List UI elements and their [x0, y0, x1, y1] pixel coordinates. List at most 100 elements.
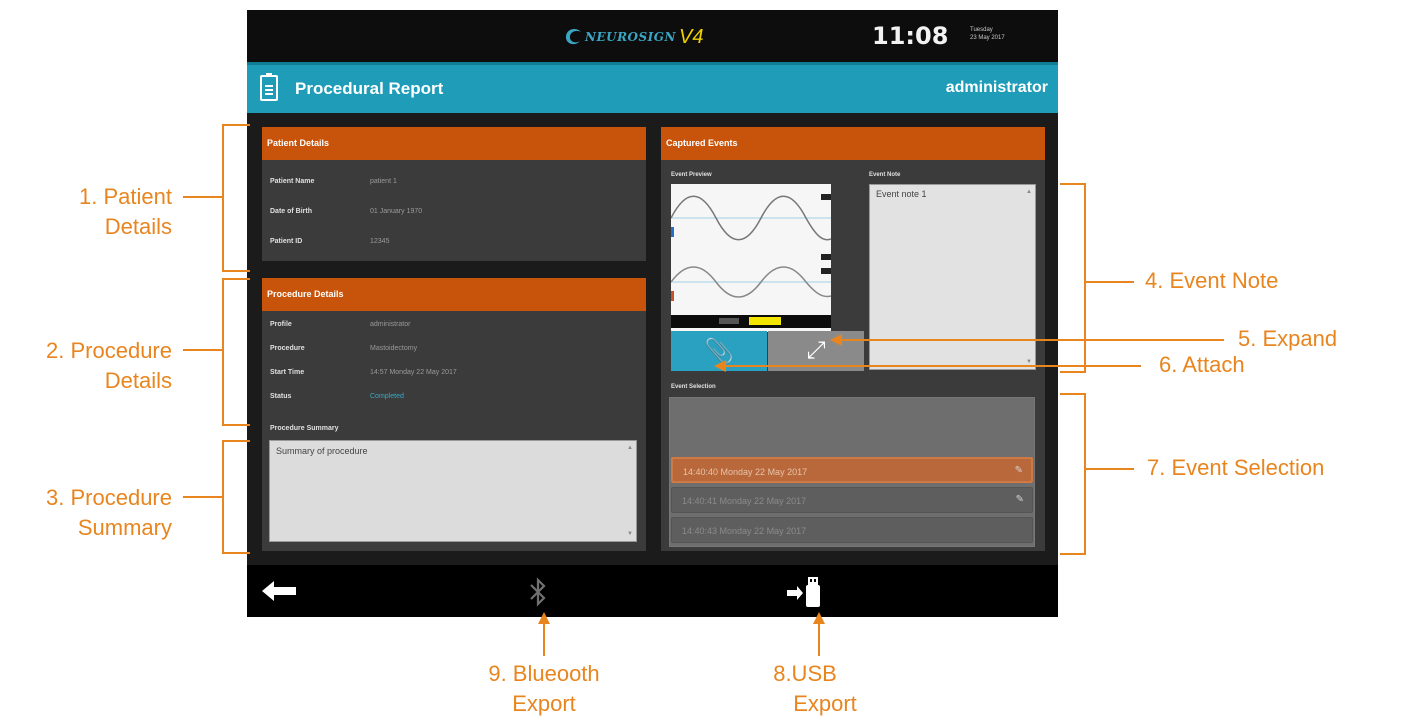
annotation-bluetooth-export: 9. Blueooth Export: [454, 659, 634, 718]
patient-name-label: Patient Name: [270, 178, 315, 185]
annotation-label: Details: [104, 214, 172, 239]
patient-id-label: Patient ID: [270, 238, 303, 245]
start-time-label: Start Time: [270, 369, 305, 376]
event-item-label: 14:40:40 Monday 22 May 2017: [683, 467, 808, 477]
annotation-procedure-summary: 3. Procedure Summary: [0, 483, 172, 543]
procedure-summary-bracket: [222, 440, 250, 554]
title-bar: Procedural Report administrator: [247, 62, 1058, 113]
clock-day: Tuesday: [970, 27, 993, 33]
patient-details-panel: Patient Details Patient Name patient 1 D…: [262, 127, 646, 261]
date-of-birth-value: 01 January 1970: [370, 208, 423, 215]
annotation-label: Summary: [77, 515, 172, 540]
expand-icon: ⤢: [806, 337, 826, 364]
usb-connector: [818, 622, 820, 656]
preview-marker-indicator: [749, 317, 781, 325]
patient-name-value: patient 1: [370, 178, 397, 185]
annotation-label: 3. Procedure: [46, 485, 172, 510]
event-item-label: 14:40:41 Monday 22 May 2017: [682, 496, 807, 506]
annotation-label: 2. Procedure: [46, 338, 172, 363]
procedure-summary-connector: [183, 496, 222, 498]
patient-id-value: 12345: [370, 238, 390, 245]
bluetooth-connector: [543, 622, 545, 656]
status-label: Status: [270, 393, 292, 400]
captured-events-heading: Captured Events: [661, 127, 1045, 160]
event-selection-list[interactable]: 14:40:40 Monday 22 May 2017 ✎ 14:40:41 M…: [669, 397, 1035, 547]
current-user: administrator: [945, 79, 1048, 96]
preview-scale-indicator: [719, 318, 739, 324]
procedure-value: Mastoidectomy: [370, 345, 418, 352]
bluetooth-export-button[interactable]: [525, 575, 551, 609]
procedure-summary-textarea[interactable]: Summary of procedure ▲ ▼: [269, 440, 637, 542]
annotation-attach: 6. Attach: [1159, 352, 1245, 377]
annotation-procedure-details: 2. Procedure Details: [0, 336, 172, 396]
back-arrow-icon: [262, 581, 296, 601]
neurosign-logo: NEUROSIGN V4: [563, 24, 703, 50]
patient-details-heading: Patient Details: [262, 127, 646, 160]
procedure-summary-label: Procedure Summary: [270, 425, 339, 432]
scroll-up-icon[interactable]: ▲: [627, 445, 633, 451]
start-time-value: 14:57 Monday 22 May 2017: [370, 369, 457, 376]
procedure-details-bracket: [222, 278, 250, 426]
procedure-details-panel: Procedure Details Profile administrator …: [262, 278, 646, 551]
patient-details-connector: [183, 196, 222, 198]
event-note-textarea[interactable]: Event note 1 ▲ ▼: [869, 184, 1036, 370]
event-item-label: 14:40:43 Monday 22 May 2017: [682, 526, 807, 536]
clock-time: 11:08: [872, 22, 949, 50]
expand-connector: [838, 339, 1224, 341]
patient-details-bracket: [222, 124, 250, 272]
annotation-event-note: 4. Event Note: [1145, 268, 1279, 293]
procedure-label: Procedure: [270, 345, 305, 352]
preview-toolbar: [671, 315, 831, 328]
event-selection-bracket: [1060, 393, 1086, 555]
procedure-summary-text: Summary of procedure: [276, 446, 368, 456]
logo-brand-text: NEUROSIGN: [585, 30, 677, 44]
expand-arrow-head: [830, 334, 842, 346]
usb-export-button[interactable]: [787, 573, 827, 611]
logo-version-text: V4: [679, 25, 704, 48]
event-selection-label: Event Selection: [671, 384, 716, 390]
logo-swirl-icon: [565, 28, 581, 45]
event-note-text: Event note 1: [876, 189, 927, 199]
annotation-label: 8.USB: [773, 661, 837, 686]
event-list-item[interactable]: 14:40:40 Monday 22 May 2017 ✎: [671, 457, 1033, 483]
event-note-bracket: [1060, 183, 1086, 373]
device-screen: NEUROSIGN V4 11:08 Tuesday 23 May 2017 P…: [247, 10, 1058, 617]
scroll-up-icon[interactable]: ▲: [1026, 189, 1032, 195]
annotation-label: Details: [104, 368, 172, 393]
annotation-label: Export: [512, 691, 576, 716]
profile-value: administrator: [370, 321, 411, 328]
event-note-label: Event Note: [869, 172, 901, 178]
clock-date: Tuesday 23 May 2017: [970, 26, 1005, 42]
usb-export-icon: [787, 577, 820, 607]
annotation-event-selection: 7. Event Selection: [1147, 455, 1325, 480]
top-status-bar: NEUROSIGN V4 11:08 Tuesday 23 May 2017: [247, 10, 1058, 62]
annotation-label: 9. Blueooth: [488, 661, 600, 686]
annotation-patient-details: 1. Patient Details: [20, 182, 172, 242]
paperclip-icon: ✎: [1014, 465, 1023, 476]
status-value: Completed: [370, 393, 404, 400]
annotation-label: 1. Patient: [79, 184, 172, 209]
event-selection-connector: [1086, 468, 1134, 470]
procedure-details-connector: [183, 349, 222, 351]
bottom-nav-bar: [247, 565, 1058, 617]
page-title: Procedural Report: [295, 79, 444, 98]
event-preview-label: Event Preview: [671, 172, 712, 178]
waveform-preview: [671, 194, 831, 301]
attach-arrow-head: [714, 360, 726, 372]
profile-label: Profile: [270, 321, 292, 328]
annotation-usb-export: 8.USB Export: [745, 659, 905, 718]
event-list-item[interactable]: 14:40:41 Monday 22 May 2017 ✎: [671, 487, 1033, 513]
clipboard-icon: [260, 73, 278, 101]
annotated-screenshot: NEUROSIGN V4 11:08 Tuesday 23 May 2017 P…: [0, 0, 1401, 718]
bluetooth-icon: [530, 577, 546, 607]
date-of-birth-label: Date of Birth: [270, 208, 312, 215]
annotation-expand: 5. Expand: [1238, 326, 1338, 351]
back-button[interactable]: [262, 579, 302, 603]
procedure-details-heading: Procedure Details: [262, 278, 646, 311]
event-list-item[interactable]: 14:40:43 Monday 22 May 2017: [671, 517, 1033, 543]
event-note-connector: [1086, 281, 1134, 283]
scroll-down-icon[interactable]: ▼: [627, 531, 633, 537]
paperclip-icon: ✎: [1015, 494, 1024, 505]
event-preview-image: [671, 184, 831, 332]
clock-full-date: 23 May 2017: [970, 35, 1005, 41]
